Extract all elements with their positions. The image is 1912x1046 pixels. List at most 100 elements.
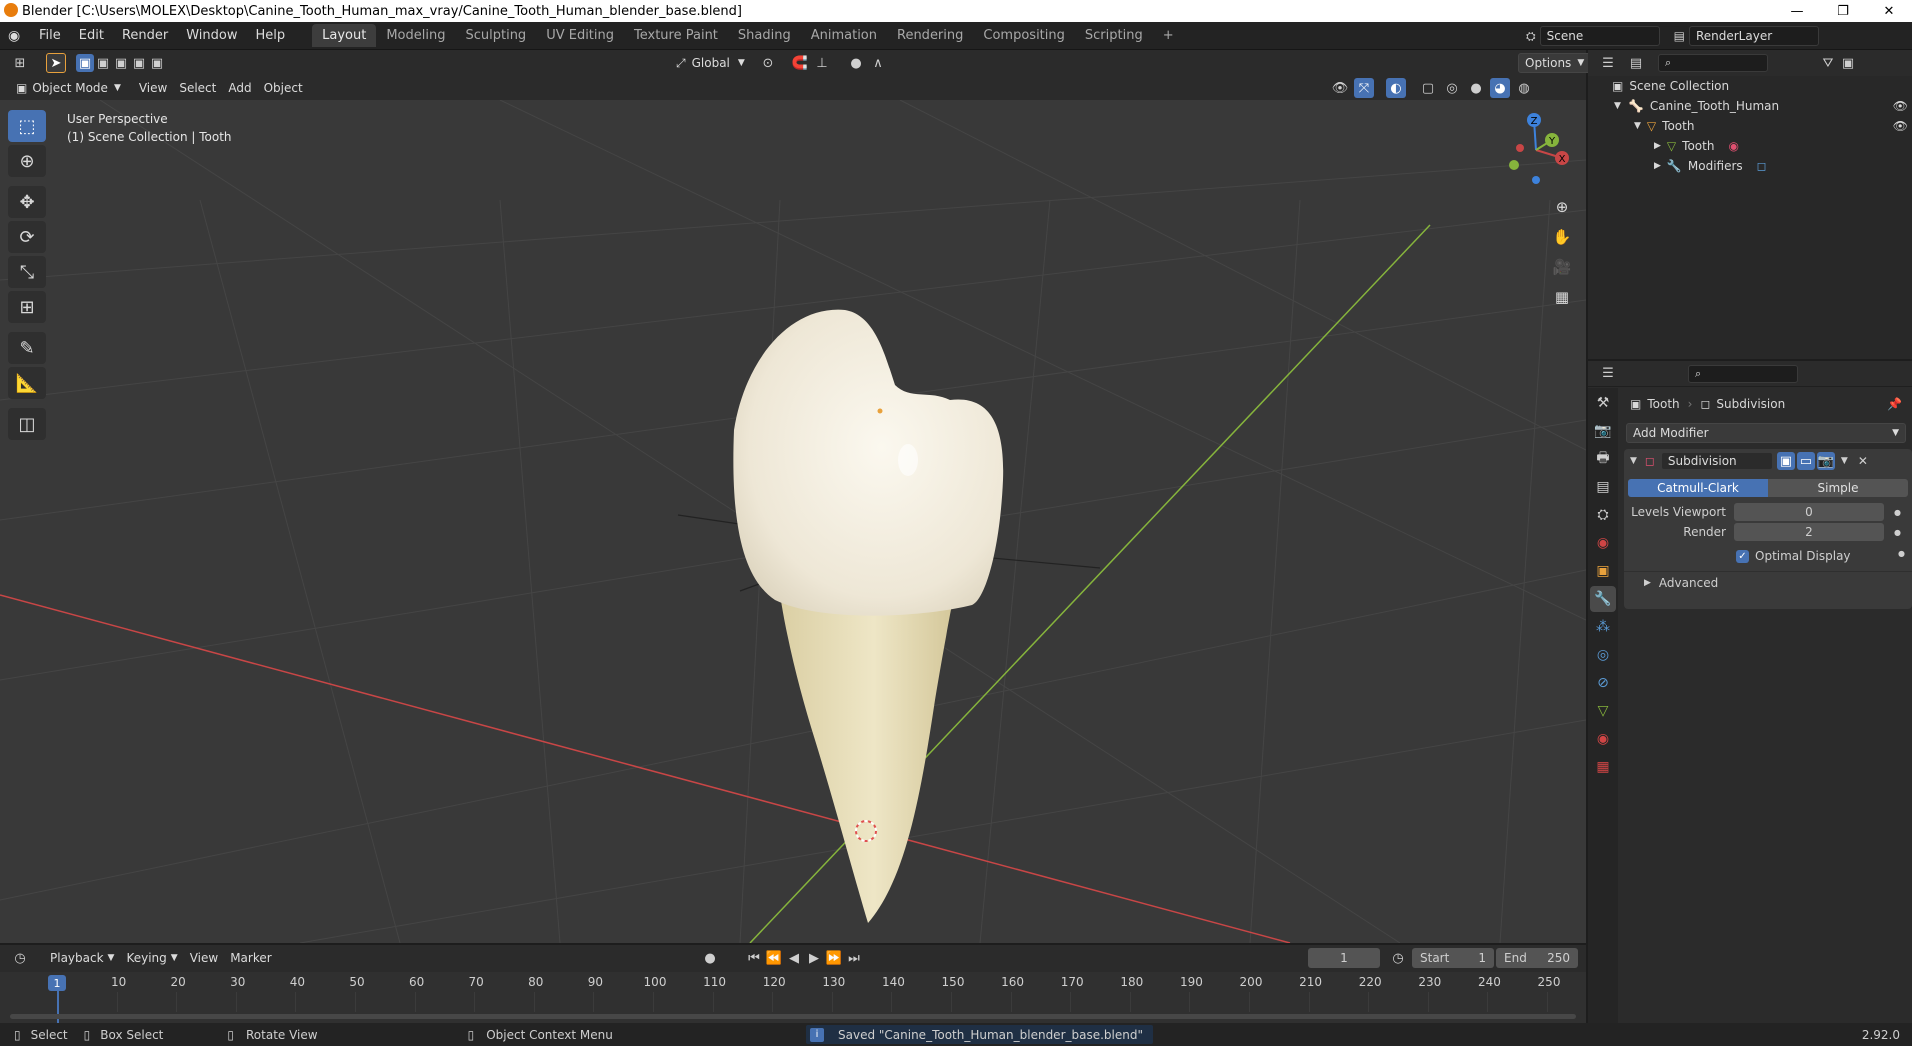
snap-target-icon[interactable]: ⊥ — [812, 53, 832, 73]
levels-viewport-field[interactable]: 0 — [1734, 503, 1884, 521]
output-tab-icon[interactable]: 🖶 — [1590, 446, 1616, 472]
object-mode-dropdown[interactable]: ▣ Object Mode ▼ — [10, 78, 127, 98]
optimal-display-checkbox[interactable]: ✓ — [1736, 549, 1749, 563]
viewport-toggle-icon[interactable]: ▭ — [1796, 452, 1815, 470]
keyframe-dot-icon[interactable]: ● — [1894, 528, 1901, 537]
visibility-icon[interactable]: 👁 — [1330, 78, 1350, 98]
display-mode-icon[interactable]: ▤ — [1626, 53, 1646, 73]
collapse-arrow-icon[interactable]: ▼ — [1630, 456, 1637, 466]
outliner-row-tooth-mesh[interactable]: ▶ ▽ Tooth ◉ — [1588, 136, 1912, 156]
measure-tool[interactable]: 📐 — [8, 367, 46, 399]
playhead[interactable]: 1 — [48, 975, 66, 991]
annotate-tool[interactable]: ✎ — [8, 332, 46, 364]
visibility-eye-icon[interactable]: 👁 — [1893, 99, 1908, 113]
keyframe-dot-icon[interactable]: ● — [1894, 508, 1901, 517]
material-tab-icon[interactable]: ◉ — [1590, 726, 1616, 752]
tab-shading[interactable]: Shading — [728, 24, 801, 47]
move-tool[interactable]: ✥ — [8, 186, 46, 218]
menu-file[interactable]: File — [30, 28, 70, 43]
playback-dropdown[interactable]: Playback ▼ — [44, 948, 120, 968]
scene-icon[interactable]: ⛭ — [1526, 29, 1536, 44]
add-cube-tool[interactable]: ◫ — [8, 408, 46, 440]
ortho-grid-icon[interactable]: ▦ — [1549, 284, 1575, 310]
world-tab-icon[interactable]: ◉ — [1590, 530, 1616, 556]
scale-tool[interactable]: ⤡ — [8, 256, 46, 288]
edit-mode-toggle-icon[interactable]: ▣ — [1776, 452, 1795, 470]
outliner-row-canine-tooth-human[interactable]: ▼ 🦴 Canine_Tooth_Human 👁 — [1588, 96, 1912, 116]
xray-icon[interactable]: ▢ — [1418, 78, 1438, 98]
timeline-menu-marker[interactable]: Marker — [224, 948, 277, 968]
play-icon[interactable]: ▶ — [804, 948, 824, 968]
minimize-button[interactable]: — — [1774, 0, 1820, 22]
preview-range-icon[interactable]: ◷ — [1388, 948, 1408, 968]
menu-add[interactable]: Add — [222, 78, 257, 98]
timeline-ruler[interactable]: 10 20 30 40 50 60 70 80 90 100 110 120 130 140 150 160 1… — [0, 972, 1586, 1025]
catmull-clark-button[interactable]: Catmull-Clark — [1628, 479, 1768, 497]
expand-arrow-icon[interactable]: ▶ — [1654, 141, 1661, 151]
renderlayer-field[interactable]: RenderLayer — [1688, 26, 1819, 46]
proportional-edit-icon[interactable]: ● — [846, 53, 866, 73]
tab-sculpting[interactable]: Sculpting — [455, 24, 536, 47]
expand-arrow-icon[interactable]: ▶ — [1654, 161, 1661, 171]
jump-end-icon[interactable]: ⏭ — [844, 948, 864, 968]
close-window-button[interactable]: ✕ — [1866, 0, 1912, 22]
select-box-tool[interactable]: ⬚ — [8, 110, 46, 142]
tab-rendering[interactable]: Rendering — [887, 24, 973, 47]
keyframe-dot-icon[interactable]: ● — [1898, 549, 1905, 558]
close-icon[interactable]: ✕ — [1858, 454, 1868, 468]
physics-tab-icon[interactable]: ◎ — [1590, 642, 1616, 668]
properties-editor-icon[interactable]: ☰ — [1598, 364, 1618, 384]
modifier-tab-icon[interactable]: 🔧 — [1590, 586, 1616, 612]
outliner-row-tooth-object[interactable]: ▼ ▽ Tooth 👁 — [1588, 116, 1912, 136]
scene-field[interactable]: Scene — [1539, 26, 1660, 46]
object-tab-icon[interactable]: ▣ — [1590, 558, 1616, 584]
new-collection-icon[interactable]: ▣ — [1838, 53, 1858, 73]
auto-keying-icon[interactable]: ● — [700, 948, 720, 968]
transform-orientation-dropdown[interactable]: ⤢ Global ▼ — [670, 53, 751, 73]
outliner-row-modifiers[interactable]: ▶ 🔧 Modifiers ◻ — [1588, 156, 1912, 176]
snap-icon[interactable]: 🧲 — [790, 53, 810, 73]
render-tab-icon[interactable]: 📷 — [1590, 418, 1616, 444]
blender-menu-icon[interactable]: ◉ — [8, 28, 30, 44]
end-frame-field[interactable]: End 250 — [1496, 948, 1578, 968]
wireframe-shading-icon[interactable]: ◎ — [1442, 78, 1462, 98]
pivot-point-icon[interactable]: ⊙ — [758, 53, 778, 73]
zoom-icon[interactable]: ⊕ — [1549, 194, 1575, 220]
pin-icon[interactable]: 📌 — [1887, 397, 1902, 411]
filter-icon[interactable]: ⛛ — [1818, 53, 1838, 73]
collapse-arrow-icon[interactable]: ▼ — [1614, 101, 1621, 111]
start-frame-field[interactable]: Start 1 — [1412, 948, 1494, 968]
pan-hand-icon[interactable]: ✋ — [1549, 224, 1575, 250]
3d-viewport[interactable]: User Perspective (1) Scene Collection | … — [0, 100, 1586, 943]
tab-layout[interactable]: Layout — [312, 24, 377, 47]
current-frame-field[interactable]: 1 — [1308, 948, 1380, 968]
box-select-extend-icon[interactable]: ▣ — [94, 53, 112, 73]
box-select-subtract-icon[interactable]: ▣ — [112, 53, 130, 73]
menu-help[interactable]: Help — [247, 28, 295, 43]
render-levels-field[interactable]: 2 — [1734, 523, 1884, 541]
data-tab-icon[interactable]: ▽ — [1590, 698, 1616, 724]
rotate-tool[interactable]: ⟳ — [8, 221, 46, 253]
falloff-icon[interactable]: ∧ — [868, 53, 888, 73]
constraints-tab-icon[interactable]: ⊘ — [1590, 670, 1616, 696]
menu-object[interactable]: Object — [258, 78, 309, 98]
timeline-menu-view[interactable]: View — [184, 948, 224, 968]
box-select-invert-icon[interactable]: ▣ — [130, 53, 148, 73]
outliner-search-input[interactable]: ⌕ — [1658, 54, 1768, 72]
tab-texture-paint[interactable]: Texture Paint — [624, 24, 728, 47]
jump-start-icon[interactable]: ⏮ — [744, 948, 764, 968]
tab-compositing[interactable]: Compositing — [973, 24, 1075, 47]
options-dropdown[interactable]: Options ▼ — [1518, 53, 1592, 73]
outliner-row-scene-collection[interactable]: ▣ Scene Collection — [1588, 76, 1912, 96]
keying-dropdown[interactable]: Keying ▼ — [120, 948, 183, 968]
tab-uv-editing[interactable]: UV Editing — [536, 24, 624, 47]
transform-tool[interactable]: ⊞ — [8, 291, 46, 323]
simple-button[interactable]: Simple — [1768, 479, 1908, 497]
chevron-down-icon[interactable]: ▼ — [1841, 456, 1848, 466]
jump-keyframe-back-icon[interactable]: ⏪ — [764, 948, 784, 968]
tool-tab-icon[interactable]: ⚒ — [1590, 390, 1616, 416]
add-modifier-dropdown[interactable]: Add Modifier ▼ — [1626, 423, 1906, 443]
modifier-name-field[interactable]: Subdivision — [1660, 452, 1773, 470]
scene-tab-icon[interactable]: ⛭ — [1590, 502, 1616, 528]
timeline-scrollbar[interactable] — [10, 1014, 1576, 1019]
